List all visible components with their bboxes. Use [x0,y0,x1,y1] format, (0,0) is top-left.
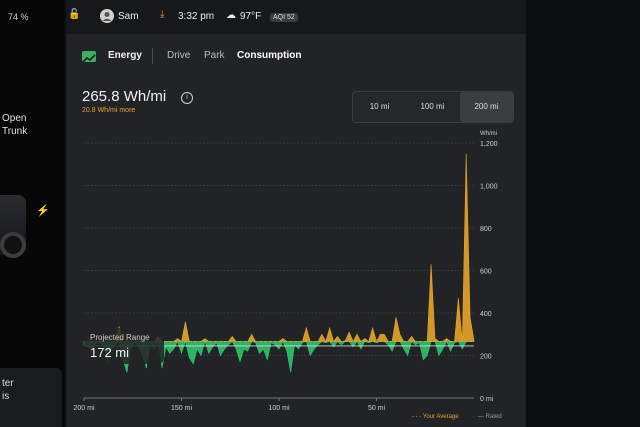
open-trunk-button[interactable]: Open Trunk [2,112,27,138]
range-10-button[interactable]: 10 mi [353,92,406,122]
consumption-chart: 1,200 1,000 800 600 400 200 0 mi Wh/mi 200 mi 150… [73,131,497,412]
car-wheel-image [0,232,26,258]
energy-graph-icon [82,51,96,63]
open-trunk-label-1: Open [2,113,27,124]
tab-park[interactable]: Park [204,50,225,61]
tab-energy[interactable]: Energy [108,50,142,61]
legend-rated-label: Rated [485,414,502,420]
y-tick-label: 0 mi [480,396,494,403]
range-100-button[interactable]: 100 mi [406,92,459,122]
tab-consumption[interactable]: Consumption [237,50,301,61]
chart-labels: 1,200 1,000 800 600 400 200 0 mi Wh/mi 200 mi 150… [73,131,497,412]
x-tick-label: 150 mi [171,405,192,412]
average-consumption-value: 265.8 Wh/mi [82,88,167,105]
x-tick-label: 50 mi [368,405,386,412]
y-tick-label: 1,200 [480,141,498,148]
user-name[interactable]: Sam [118,11,139,22]
legend-average-swatch: - - - [412,414,422,420]
legend-rated-swatch: — [478,414,484,420]
legend-rated: — Rated [478,414,502,420]
status-bar: 🔓 Sam ⤓ 3:32 pm ☁ 97°F AQI 52 [66,0,526,34]
consumption-delta: 20.8 Wh/mi more [82,107,135,114]
user-avatar-icon[interactable] [100,9,114,26]
x-tick-label: 200 mi [73,405,94,412]
tab-drive[interactable]: Drive [167,50,190,61]
y-axis-label: Wh/mi [480,131,497,137]
left-bottom-text: ter is [2,378,14,402]
y-tick-label: 600 [480,269,492,276]
download-icon[interactable]: ⤓ [160,9,164,20]
y-tick-label: 1,000 [480,184,498,191]
charging-bolt-icon: ⚡ [36,205,50,217]
range-200-button[interactable]: 200 mi [460,92,513,122]
x-tick-label: 100 mi [268,405,289,412]
open-trunk-label-2: Trunk [2,126,28,137]
legend-average-label: Your Average [422,414,459,420]
aqi-badge: AQI 52 [270,13,298,22]
lock-icon[interactable]: 🔓 [68,9,80,20]
y-tick-label: 200 [480,354,492,361]
battery-level: 74 % [8,12,29,22]
projected-range-card: Projected Range 172 mi [84,328,164,364]
clock-time: 3:32 pm [178,11,215,22]
consumption-above-average-area [84,153,475,343]
tab-divider [152,48,153,64]
delta-value: 20.8 Wh/mi more [82,107,136,114]
temperature: 97°F [240,11,262,22]
legend-average: - - - Your Average [412,414,459,420]
info-icon[interactable]: i [181,92,193,104]
weather-cloud-icon: ☁ [226,10,236,21]
y-tick-label: 400 [480,311,492,318]
range-selector: 10 mi 100 mi 200 mi [352,91,514,123]
projected-range-label: Projected Range [90,333,150,342]
projected-range-value: 172 mi [90,345,130,360]
y-tick-label: 800 [480,226,492,233]
